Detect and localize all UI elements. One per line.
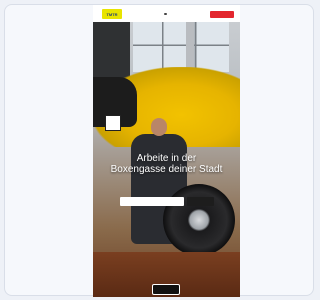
search-row <box>120 197 214 206</box>
bottom-action-button[interactable] <box>152 284 180 295</box>
hero-headline: Arbeite in der Boxengasse deiner Stadt <box>93 153 240 175</box>
headline-line-1: Arbeite in der <box>136 153 197 164</box>
headline-line-2: Boxengasse deiner Stadt <box>110 164 223 175</box>
car-number-plate <box>105 115 121 131</box>
brand-logo[interactable]: TMTR <box>102 9 122 19</box>
window-frame <box>133 22 229 72</box>
mobile-page: TMTR Arbeite in der Boxengasse deiner St… <box>93 5 240 297</box>
mechanic-head <box>151 118 167 136</box>
header-cta-button[interactable] <box>210 11 234 18</box>
search-button[interactable] <box>187 197 214 206</box>
top-bar: TMTR <box>93 5 240 22</box>
search-input[interactable] <box>120 197 184 206</box>
logo-text: TMTR <box>106 11 118 17</box>
car-wheel <box>163 184 235 256</box>
menu-icon[interactable] <box>164 13 167 15</box>
hero-image: Arbeite in der Boxengasse deiner Stadt <box>93 22 240 297</box>
